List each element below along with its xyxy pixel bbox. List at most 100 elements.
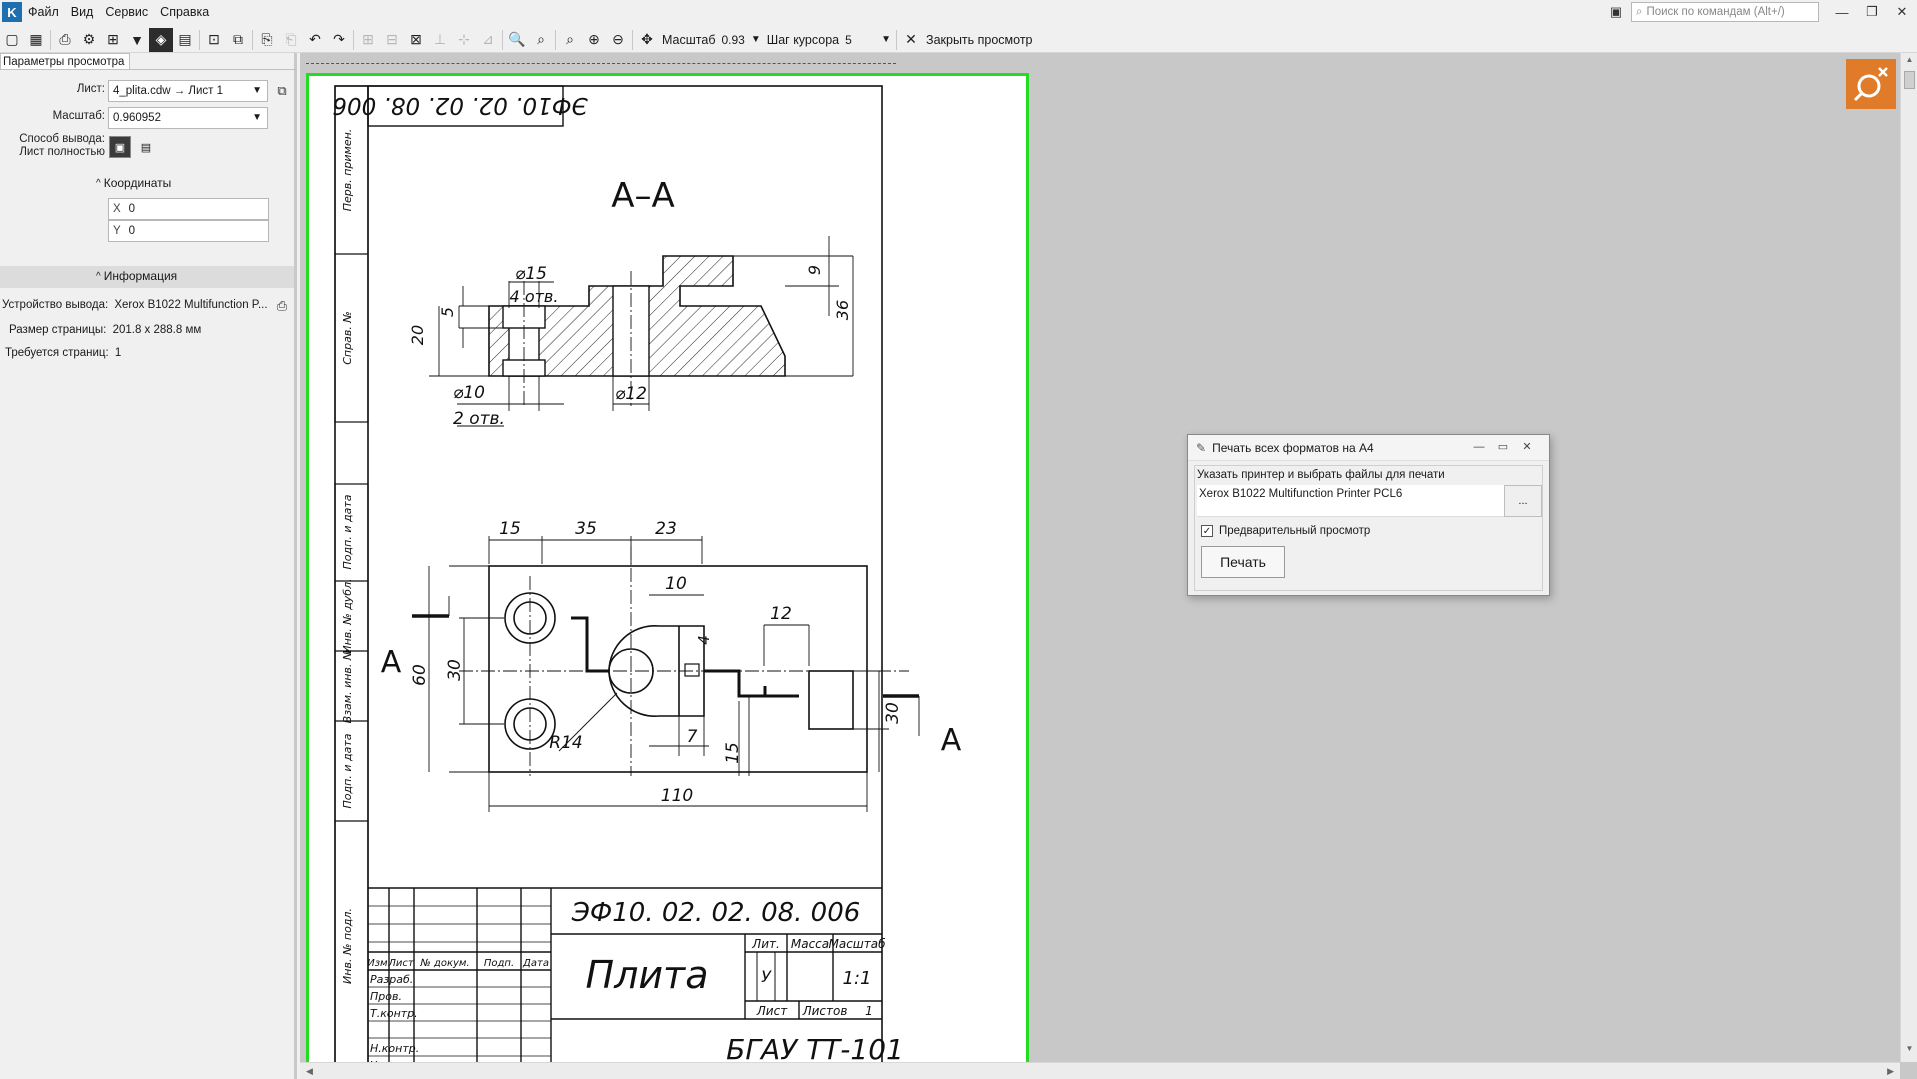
full-sheet-mode-icon[interactable]: ▣ — [109, 136, 131, 158]
cursor-step-dropdown-icon[interactable]: ▼ — [881, 34, 891, 45]
restore-button[interactable]: ❐ — [1857, 0, 1887, 24]
lit-header: Лит. — [751, 937, 780, 951]
close-preview-icon[interactable]: ✕ — [899, 28, 923, 52]
eraser-icon[interactable]: ◈ — [149, 27, 173, 52]
checkbox-checked-icon[interactable]: ✓ — [1201, 525, 1213, 537]
dim-label: 30 — [883, 702, 903, 724]
scale-dropdown-icon[interactable]: ▼ — [751, 34, 761, 45]
magnifier-logo-icon[interactable] — [1846, 59, 1896, 109]
origin-icon[interactable]: ⊹ — [452, 28, 476, 52]
scale-value: 0.960952 — [113, 112, 161, 124]
command-search-input[interactable]: ⌕ Поиск по командам (Alt+/) — [1631, 2, 1819, 22]
chevron-up-icon: ^ — [96, 177, 101, 189]
tile-icon[interactable]: ⊞ — [356, 28, 380, 52]
rotate-right-icon[interactable]: ↷ — [327, 28, 351, 52]
y-value: 0 — [128, 225, 136, 237]
close-window-button[interactable]: ✕ — [1887, 0, 1917, 24]
arrange-icon[interactable]: ⊡ — [202, 28, 226, 52]
chevron-down-icon: ▼ — [252, 85, 262, 96]
tile2-icon[interactable]: ⊟ — [380, 28, 404, 52]
row-label: Н.контр. — [370, 1042, 419, 1055]
pan-icon[interactable]: ✥ — [635, 28, 659, 52]
printer-field[interactable]: Xerox B1022 Multifunction Printer PCL6 — [1197, 485, 1504, 517]
scroll-up-icon[interactable]: ▲ — [1901, 55, 1917, 71]
menu-help[interactable]: Справка — [154, 0, 215, 24]
output-mode-label: Способ вывода: — [19, 133, 105, 145]
measure-icon[interactable]: ⊿ — [476, 28, 500, 52]
copy-icon[interactable]: ⎘ — [255, 28, 279, 52]
scroll-left-icon[interactable]: ◀ — [306, 1063, 313, 1079]
minimize-button[interactable]: — — [1827, 0, 1857, 24]
scale-value: 1:1 — [843, 968, 872, 989]
drawing-sheet[interactable]: ЭФ10. 02. 02. 08. 006 Перв. примен. Спра… — [306, 73, 1029, 1075]
sheets-value: 1 — [865, 1004, 873, 1018]
vertical-scrollbar[interactable]: ▲ ▼ — [1900, 53, 1917, 1062]
zoom-out-icon[interactable]: ⊖ — [606, 28, 630, 52]
printer-setup-icon[interactable]: ⎙ — [272, 296, 292, 316]
menu-service[interactable]: Сервис — [99, 0, 154, 24]
dialog-title: Печать всех форматов на А4 — [1212, 440, 1374, 455]
chevron-up-icon: ^ — [96, 270, 101, 282]
sheets-icon[interactable]: ▤ — [173, 28, 197, 52]
zoom-in-icon[interactable]: ⊕ — [582, 28, 606, 52]
paste-icon[interactable]: ⎗ — [279, 28, 303, 52]
print-icon[interactable]: ⎙ — [53, 28, 77, 52]
close-preview-button[interactable]: Закрыть просмотр — [926, 33, 1033, 47]
scroll-right-icon[interactable]: ▶ — [1887, 1063, 1894, 1079]
app-logo-icon[interactable]: K — [2, 2, 22, 22]
scale-field[interactable]: 0.93 — [718, 30, 747, 50]
zoom-all-icon[interactable]: ⌕ — [558, 28, 582, 52]
rotate-left-icon[interactable]: ↶ — [303, 28, 327, 52]
sheets-label: Листов — [802, 1004, 848, 1018]
dim-label: ⌀10 — [453, 383, 485, 403]
menu-view[interactable]: Вид — [65, 0, 100, 24]
print-button[interactable]: Печать — [1201, 546, 1285, 578]
dim-label: 2 отв. — [453, 409, 505, 429]
scroll-thumb[interactable] — [1904, 71, 1915, 89]
fragment-mode-icon[interactable]: ▤ — [135, 136, 157, 158]
preview-checkbox[interactable]: ✓ Предварительный просмотр — [1201, 525, 1370, 537]
dialog-minimize-button[interactable]: — — [1467, 438, 1491, 456]
info-section-header[interactable]: ^ Информация — [96, 269, 177, 283]
view-parameters-panel: Параметры просмотра Лист: 4_plita.cdw → … — [0, 53, 297, 1079]
layout-icon[interactable]: ⊞ — [101, 28, 125, 52]
page-icon[interactable]: ▢ — [0, 28, 24, 52]
sheet-select[interactable]: 4_plita.cdw → Лист 1 ▼ — [108, 80, 268, 102]
dim-label: 5 — [438, 307, 457, 317]
y-coordinate-field[interactable]: Y 0 — [108, 220, 269, 242]
row-label: Т.контр. — [370, 1007, 418, 1020]
sheet-options-icon[interactable]: ⧉ — [272, 81, 292, 101]
cursor-step-field[interactable]: 5 — [842, 30, 878, 50]
horizontal-scrollbar[interactable]: ◀ ▶ — [300, 1062, 1900, 1079]
coords-section-header[interactable]: ^ Координаты — [96, 176, 171, 190]
scale-select[interactable]: 0.960952 ▼ — [108, 107, 268, 129]
align-icon[interactable]: ⊥ — [428, 28, 452, 52]
separator — [502, 29, 503, 50]
plate-outline — [488, 565, 868, 773]
zoom-window-icon[interactable]: ⌕ — [529, 28, 553, 52]
panel-tab[interactable]: Параметры просмотра — [0, 53, 130, 70]
dialog-maximize-button[interactable]: ▭ — [1491, 438, 1515, 456]
frame-icon[interactable]: ⊠ — [404, 28, 428, 52]
preview-viewport[interactable]: ЭФ10. 02. 02. 08. 006 Перв. примен. Спра… — [300, 53, 1917, 1079]
coords-title: Координаты — [103, 176, 172, 190]
page-size-row: Размер страницы: 201.8 x 288.8 мм — [9, 324, 201, 336]
separator — [252, 29, 253, 50]
dialog-titlebar[interactable]: ✎ Печать всех форматов на А4 — ▭ ✕ — [1188, 435, 1549, 461]
printer-settings-icon[interactable]: ⚙ — [77, 28, 101, 52]
dialog-close-button[interactable]: ✕ — [1515, 438, 1539, 456]
chevron-down-icon: ▼ — [252, 112, 262, 123]
scroll-down-icon[interactable]: ▼ — [1901, 1044, 1917, 1060]
grid-icon[interactable]: ▦ — [24, 28, 48, 52]
fit-icon[interactable]: ⧉ — [226, 28, 250, 52]
screenshot-icon[interactable]: ▣ — [1601, 0, 1631, 24]
filter-icon[interactable]: ▼ — [125, 28, 149, 52]
zoom-icon[interactable]: 🔍 — [505, 28, 529, 52]
menu-file[interactable]: Файл — [22, 0, 65, 24]
title-code: ЭФ10. 02. 02. 08. 006 — [571, 898, 861, 928]
menu-bar: K Файл Вид Сервис Справка ▣ ⌕ Поиск по к… — [0, 0, 1917, 24]
dim-label: 4 отв. — [510, 287, 559, 306]
x-coordinate-field[interactable]: X 0 — [108, 198, 269, 220]
browse-button[interactable]: ... — [1504, 485, 1542, 517]
feather-icon: ✎ — [1196, 440, 1207, 455]
